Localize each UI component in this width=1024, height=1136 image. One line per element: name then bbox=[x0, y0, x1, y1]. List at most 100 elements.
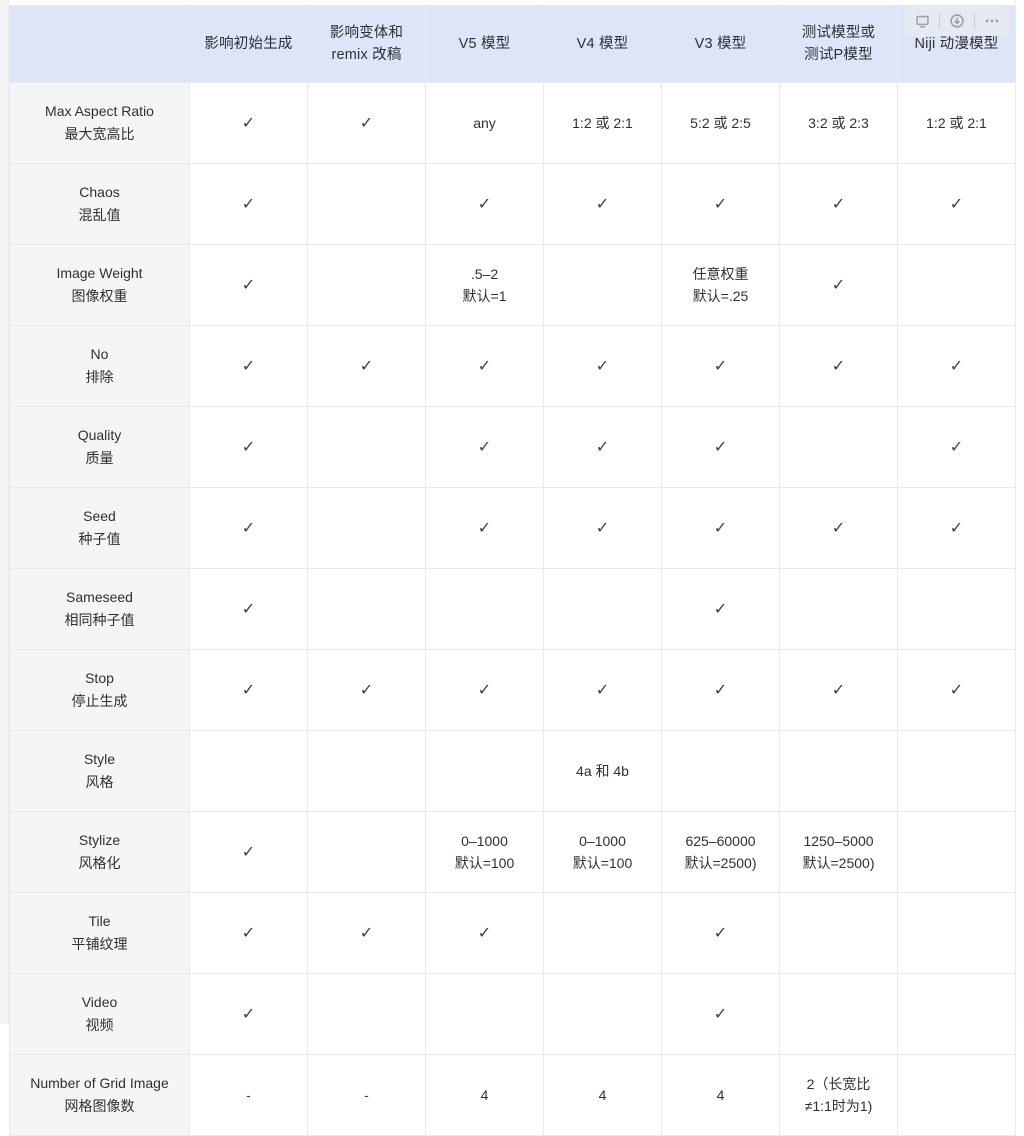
cell-empty bbox=[307, 163, 426, 245]
row-label-en: Style bbox=[83, 751, 116, 768]
table-row: Chaos 混乱值 ✓ ✓ ✓ ✓ ✓ ✓ bbox=[9, 163, 1016, 245]
cell-value: 1:2 或 2:1 bbox=[897, 82, 1016, 164]
table-row: Style 风格 4a 和 4b bbox=[9, 730, 1016, 812]
row-label-en: Tile bbox=[88, 913, 111, 930]
row-label-cell: Style 风格 bbox=[9, 730, 190, 812]
cell-checkmark: ✓ bbox=[425, 892, 544, 974]
column-header-line: V4 模型 bbox=[576, 35, 629, 52]
row-label-cell: Image Weight 图像权重 bbox=[9, 244, 190, 326]
row-label-en: Quality bbox=[77, 427, 122, 444]
cell-checkmark: ✓ bbox=[661, 406, 780, 488]
cell-value-line: 1250–5000 bbox=[803, 832, 874, 849]
row-label-zh: 混乱值 bbox=[78, 207, 121, 223]
dash-glyph: - bbox=[364, 1086, 369, 1103]
checkmark-icon: ✓ bbox=[595, 438, 610, 456]
row-label-cell: Video 视频 bbox=[9, 973, 190, 1055]
download-icon-button[interactable] bbox=[942, 8, 972, 34]
cell-value: 2（长宽比 ≠1:1时为1) bbox=[779, 1054, 898, 1136]
checkmark-icon: ✓ bbox=[241, 438, 256, 456]
row-label-cell: Quality 质量 bbox=[9, 406, 190, 488]
cell-empty bbox=[897, 730, 1016, 812]
checkmark-icon: ✓ bbox=[831, 276, 846, 294]
row-label-en: Chaos bbox=[79, 184, 120, 201]
row-label-en: Number of Grid Image bbox=[30, 1075, 169, 1092]
cell-checkmark: ✓ bbox=[189, 487, 308, 569]
cell-checkmark: ✓ bbox=[425, 406, 544, 488]
cell-empty bbox=[307, 811, 426, 893]
checkmark-icon: ✓ bbox=[713, 600, 728, 618]
cell-value: 3:2 或 2:3 bbox=[779, 82, 898, 164]
row-label-cell: Chaos 混乱值 bbox=[9, 163, 190, 245]
row-label-cell: Stop 停止生成 bbox=[9, 649, 190, 731]
table-row: Stylize 风格化 ✓ 0–1000 默认=100 0–1000 默认=100 625–6… bbox=[9, 811, 1016, 893]
cell-checkmark: ✓ bbox=[189, 973, 308, 1055]
cell-checkmark: ✓ bbox=[779, 244, 898, 326]
column-header-test: 测试模型或 测试P模型 bbox=[779, 5, 898, 83]
checkmark-icon: ✓ bbox=[359, 357, 374, 375]
row-label-zh: 排除 bbox=[85, 369, 114, 385]
checkmark-icon: ✓ bbox=[831, 519, 846, 537]
checkmark-icon: ✓ bbox=[713, 438, 728, 456]
cell-empty bbox=[897, 892, 1016, 974]
checkmark-icon: ✓ bbox=[713, 1005, 728, 1023]
column-header-line: V5 模型 bbox=[458, 35, 511, 52]
floating-overlay-toolbar[interactable] bbox=[904, 6, 1010, 36]
table-row: Tile 平铺纹理 ✓ ✓ ✓ ✓ bbox=[9, 892, 1016, 974]
cell-checkmark: ✓ bbox=[189, 244, 308, 326]
row-label-zh: 视频 bbox=[85, 1017, 114, 1033]
cell-empty bbox=[779, 730, 898, 812]
cell-value-line: 默认=1 bbox=[462, 288, 507, 304]
cell-value: 5:2 或 2:5 bbox=[661, 82, 780, 164]
checkmark-icon: ✓ bbox=[241, 357, 256, 375]
page-root: 影响初始生成 影响变体和 remix 改稿 V5 模型 V4 模型 V3 模型 测试模型或测… bbox=[0, 0, 1024, 1136]
checkmark-icon: ✓ bbox=[595, 519, 610, 537]
column-header-v4: V4 模型 bbox=[543, 5, 662, 83]
checkmark-icon: ✓ bbox=[359, 114, 374, 132]
checkmark-icon: ✓ bbox=[477, 681, 492, 699]
checkmark-icon: ✓ bbox=[359, 681, 374, 699]
cell-value-line: 0–1000 bbox=[461, 832, 508, 849]
checkmark-icon: ✓ bbox=[241, 1005, 256, 1023]
cell-checkmark: ✓ bbox=[779, 163, 898, 245]
checkmark-icon: ✓ bbox=[359, 924, 374, 942]
cell-checkmark: ✓ bbox=[307, 892, 426, 974]
cell-checkmark: ✓ bbox=[189, 649, 308, 731]
cell-checkmark: ✓ bbox=[189, 163, 308, 245]
column-header-line: 测试P模型 bbox=[804, 47, 873, 63]
cell-value-line: 0–1000 bbox=[579, 832, 626, 849]
parameter-comparison-table-container: 影响初始生成 影响变体和 remix 改稿 V5 模型 V4 模型 V3 模型 测试模型或测… bbox=[9, 5, 1016, 1136]
cell-empty bbox=[897, 568, 1016, 650]
cell-checkmark: ✓ bbox=[897, 649, 1016, 731]
cell-empty bbox=[189, 730, 308, 812]
more-options-button[interactable] bbox=[977, 8, 1007, 34]
cell-value-line: ≠1:1时为1) bbox=[804, 1098, 873, 1114]
toolbar-separator bbox=[939, 13, 940, 29]
cell-checkmark: ✓ bbox=[307, 325, 426, 407]
monitor-icon-button[interactable] bbox=[907, 8, 937, 34]
cell-value: 4 bbox=[425, 1054, 544, 1136]
table-row: Number of Grid Image 网格图像数 - - 4 4 4 2（长宽比 ≠1:1时… bbox=[9, 1054, 1016, 1136]
checkmark-icon: ✓ bbox=[831, 195, 846, 213]
column-header-remix: 影响变体和 remix 改稿 bbox=[307, 5, 426, 83]
cell-value-line: 4a 和 4b bbox=[576, 762, 629, 779]
checkmark-icon: ✓ bbox=[713, 681, 728, 699]
checkmark-icon: ✓ bbox=[241, 681, 256, 699]
cell-value-line: 4 bbox=[716, 1086, 725, 1103]
row-label-zh: 停止生成 bbox=[71, 693, 128, 709]
cell-value: 4a 和 4b bbox=[543, 730, 662, 812]
row-label-cell: Sameseed 相同种子值 bbox=[9, 568, 190, 650]
row-label-cell: Stylize 风格化 bbox=[9, 811, 190, 893]
cell-checkmark: ✓ bbox=[779, 649, 898, 731]
row-label-en: No bbox=[90, 346, 109, 363]
cell-checkmark: ✓ bbox=[543, 325, 662, 407]
cell-value-line: .5–2 bbox=[470, 265, 499, 282]
table-row: Image Weight 图像权重 ✓ .5–2 默认=1 任意权重 默认=.25 ✓ bbox=[9, 244, 1016, 326]
checkmark-icon: ✓ bbox=[713, 357, 728, 375]
cell-value-line: 默认=2500) bbox=[684, 855, 757, 871]
cell-checkmark: ✓ bbox=[897, 487, 1016, 569]
table-row: Stop 停止生成 ✓ ✓ ✓ ✓ ✓ ✓ ✓ bbox=[9, 649, 1016, 731]
cell-checkmark: ✓ bbox=[897, 325, 1016, 407]
checkmark-icon: ✓ bbox=[713, 519, 728, 537]
more-horizontal-icon bbox=[985, 19, 999, 23]
cell-checkmark: ✓ bbox=[661, 325, 780, 407]
